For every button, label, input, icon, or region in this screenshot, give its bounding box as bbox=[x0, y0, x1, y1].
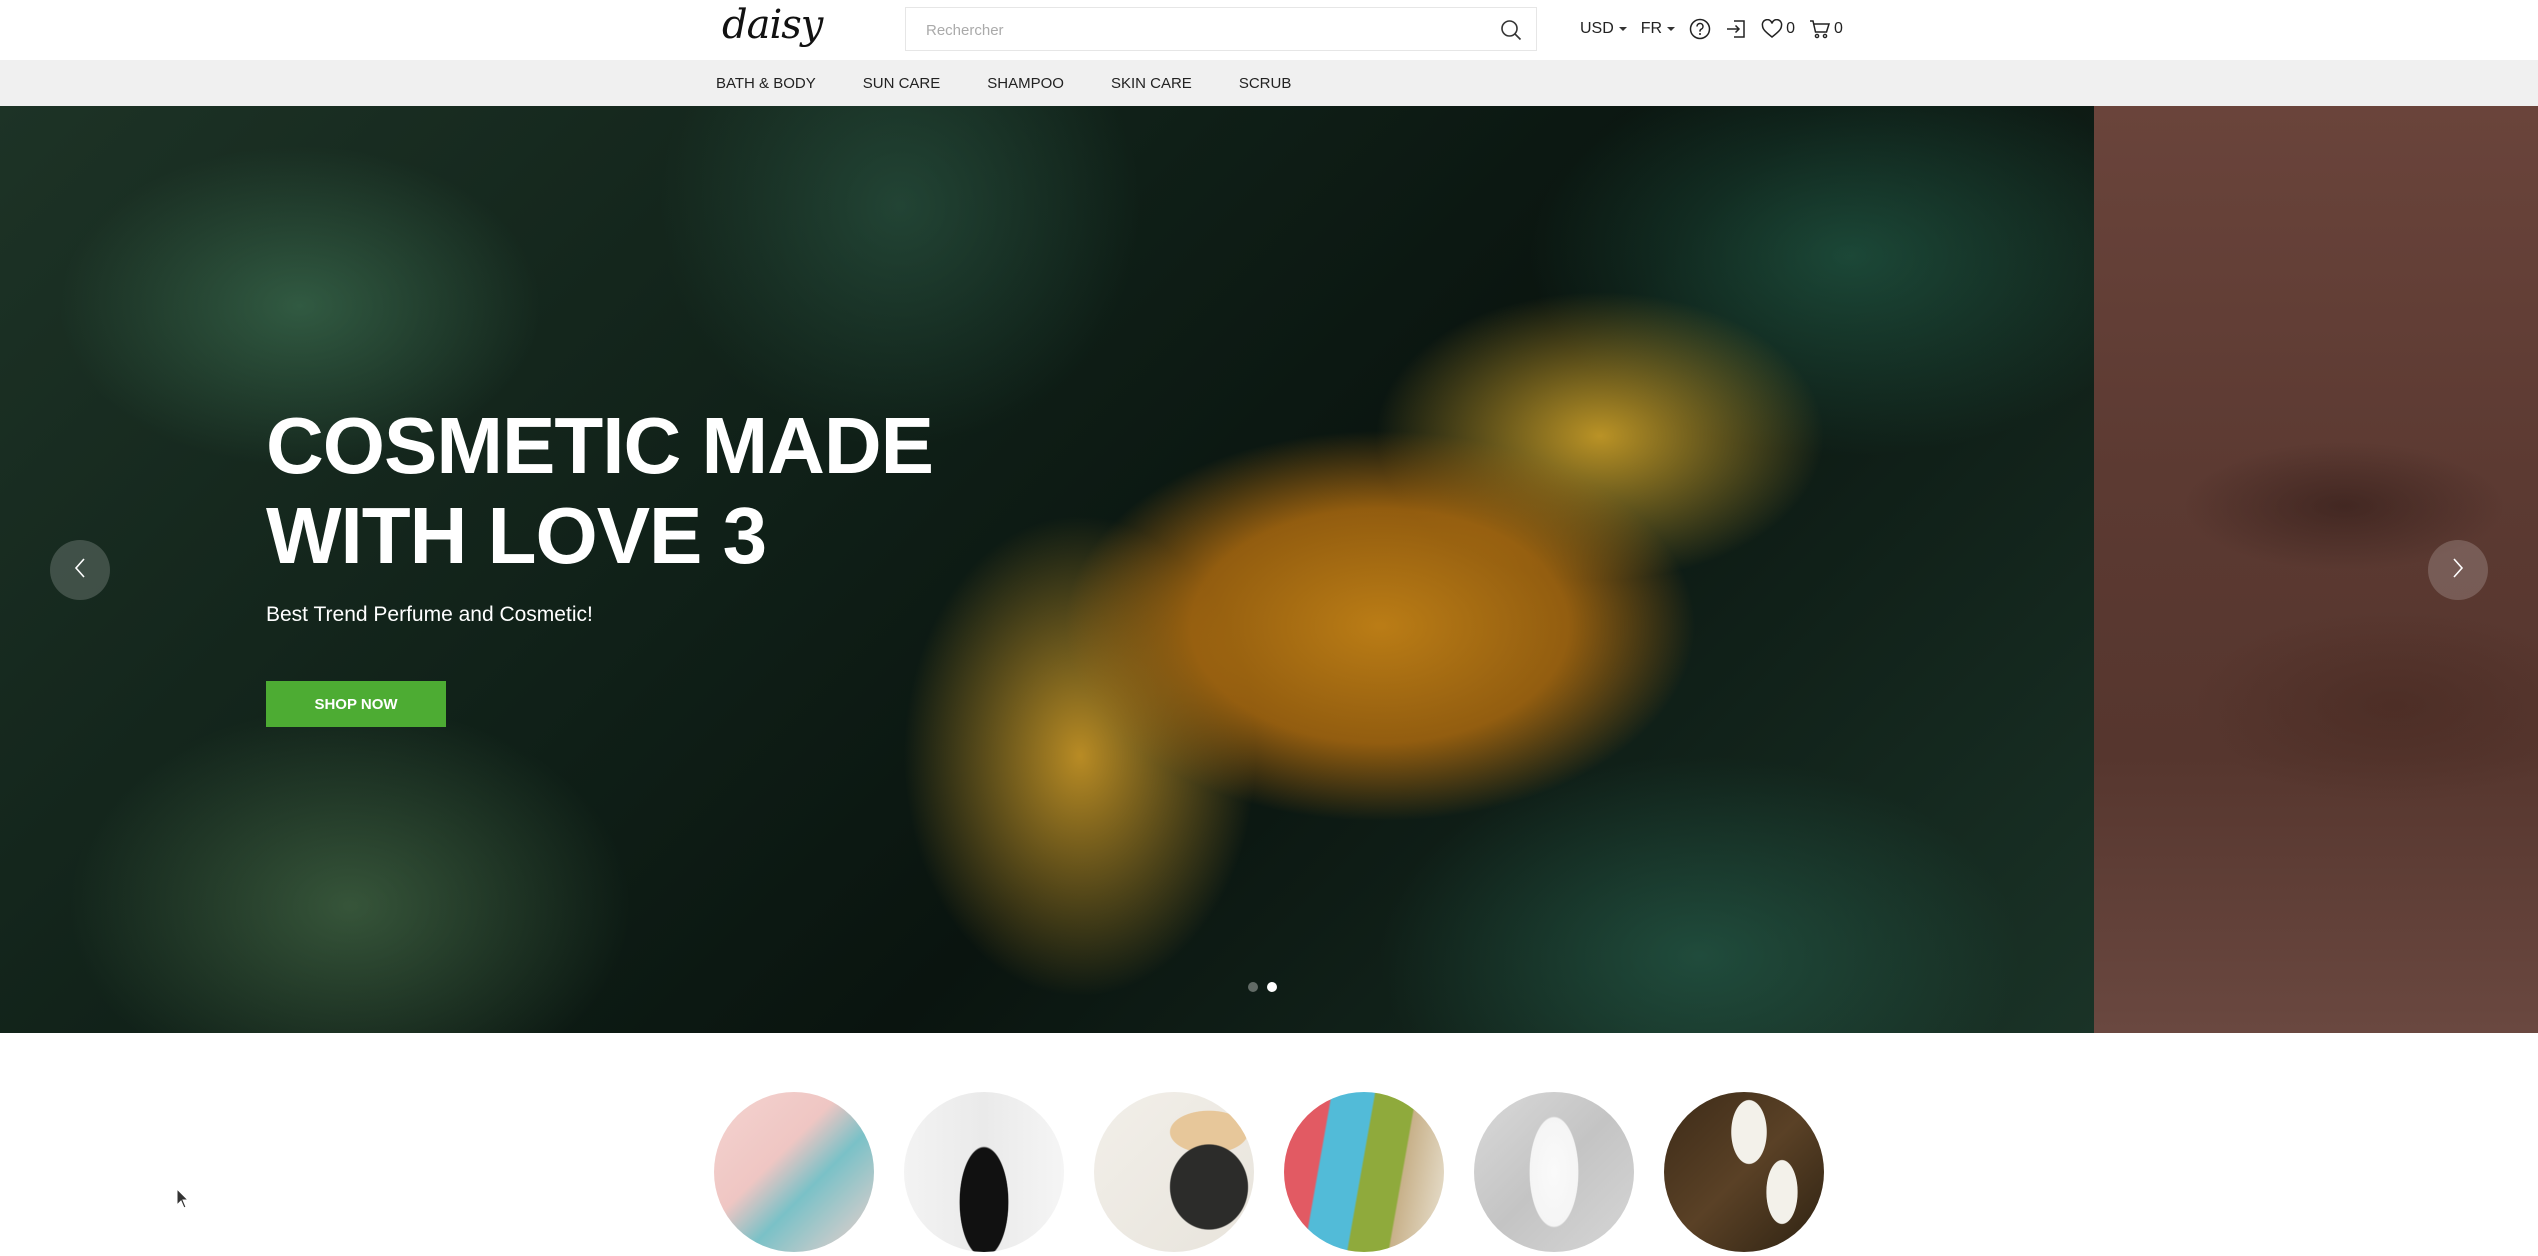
category-circle-2[interactable] bbox=[904, 1092, 1064, 1252]
caret-down-icon bbox=[1618, 27, 1627, 31]
currency-label: USD bbox=[1580, 20, 1614, 37]
wishlist-button[interactable]: 0 bbox=[1761, 19, 1795, 39]
main-nav: BATH & BODY SUN CARE SHAMPOO SKIN CARE S… bbox=[0, 60, 2538, 106]
slider-prev-button[interactable] bbox=[50, 540, 110, 600]
category-circle-6[interactable] bbox=[1664, 1092, 1824, 1252]
language-label: FR bbox=[1640, 20, 1663, 37]
cart-count: 0 bbox=[1834, 20, 1843, 37]
category-circle-4[interactable] bbox=[1284, 1092, 1444, 1252]
chevron-right-icon bbox=[2450, 557, 2466, 584]
search-box bbox=[905, 7, 1537, 52]
hero-title: COSMETIC MADE WITH LOVE 3 bbox=[266, 401, 934, 580]
help-icon bbox=[1689, 18, 1711, 40]
login-button[interactable] bbox=[1725, 18, 1747, 40]
hero-caption: COSMETIC MADE WITH LOVE 3 Best Trend Per… bbox=[266, 401, 1026, 627]
caret-down-icon bbox=[1667, 27, 1676, 31]
login-icon bbox=[1725, 18, 1747, 40]
chevron-left-icon bbox=[72, 557, 88, 584]
slider-pagination bbox=[1248, 982, 1286, 992]
nav-item-shampoo[interactable]: SHAMPOO bbox=[987, 75, 1064, 92]
hero-slider: COSMETIC MADE WITH LOVE 3 Best Trend Per… bbox=[0, 106, 2538, 1033]
category-circle-5[interactable] bbox=[1474, 1092, 1634, 1252]
cart-button[interactable]: 0 bbox=[1809, 18, 1843, 40]
search-input[interactable] bbox=[924, 8, 1488, 52]
shop-now-button[interactable]: SHOP NOW bbox=[266, 681, 446, 727]
help-button[interactable] bbox=[1689, 18, 1711, 40]
header-tools: USD FR 0 0 bbox=[1580, 16, 1857, 42]
category-circle-3[interactable] bbox=[1094, 1092, 1254, 1252]
nav-item-bath-body[interactable]: BATH & BODY bbox=[716, 75, 816, 92]
heart-icon bbox=[1761, 19, 1783, 39]
nav-item-skin-care[interactable]: SKIN CARE bbox=[1111, 75, 1192, 92]
category-circle-1[interactable] bbox=[714, 1092, 874, 1252]
logo[interactable]: daisy bbox=[722, 2, 823, 48]
cart-icon bbox=[1809, 18, 1831, 40]
search-icon[interactable] bbox=[1500, 19, 1522, 41]
language-selector[interactable]: FR bbox=[1640, 20, 1676, 38]
nav-item-sun-care[interactable]: SUN CARE bbox=[863, 75, 941, 92]
slider-dot-1[interactable] bbox=[1248, 982, 1258, 992]
top-header: daisy USD FR 0 bbox=[0, 0, 2538, 60]
wishlist-count: 0 bbox=[1786, 20, 1796, 37]
currency-selector[interactable]: USD bbox=[1580, 20, 1627, 38]
slider-dot-2[interactable] bbox=[1267, 982, 1277, 992]
slider-next-button[interactable] bbox=[2428, 540, 2488, 600]
category-circles bbox=[714, 1092, 1854, 1252]
hero-subtitle: Best Trend Perfume and Cosmetic! bbox=[266, 603, 593, 626]
nav-item-scrub[interactable]: SCRUB bbox=[1239, 75, 1292, 92]
